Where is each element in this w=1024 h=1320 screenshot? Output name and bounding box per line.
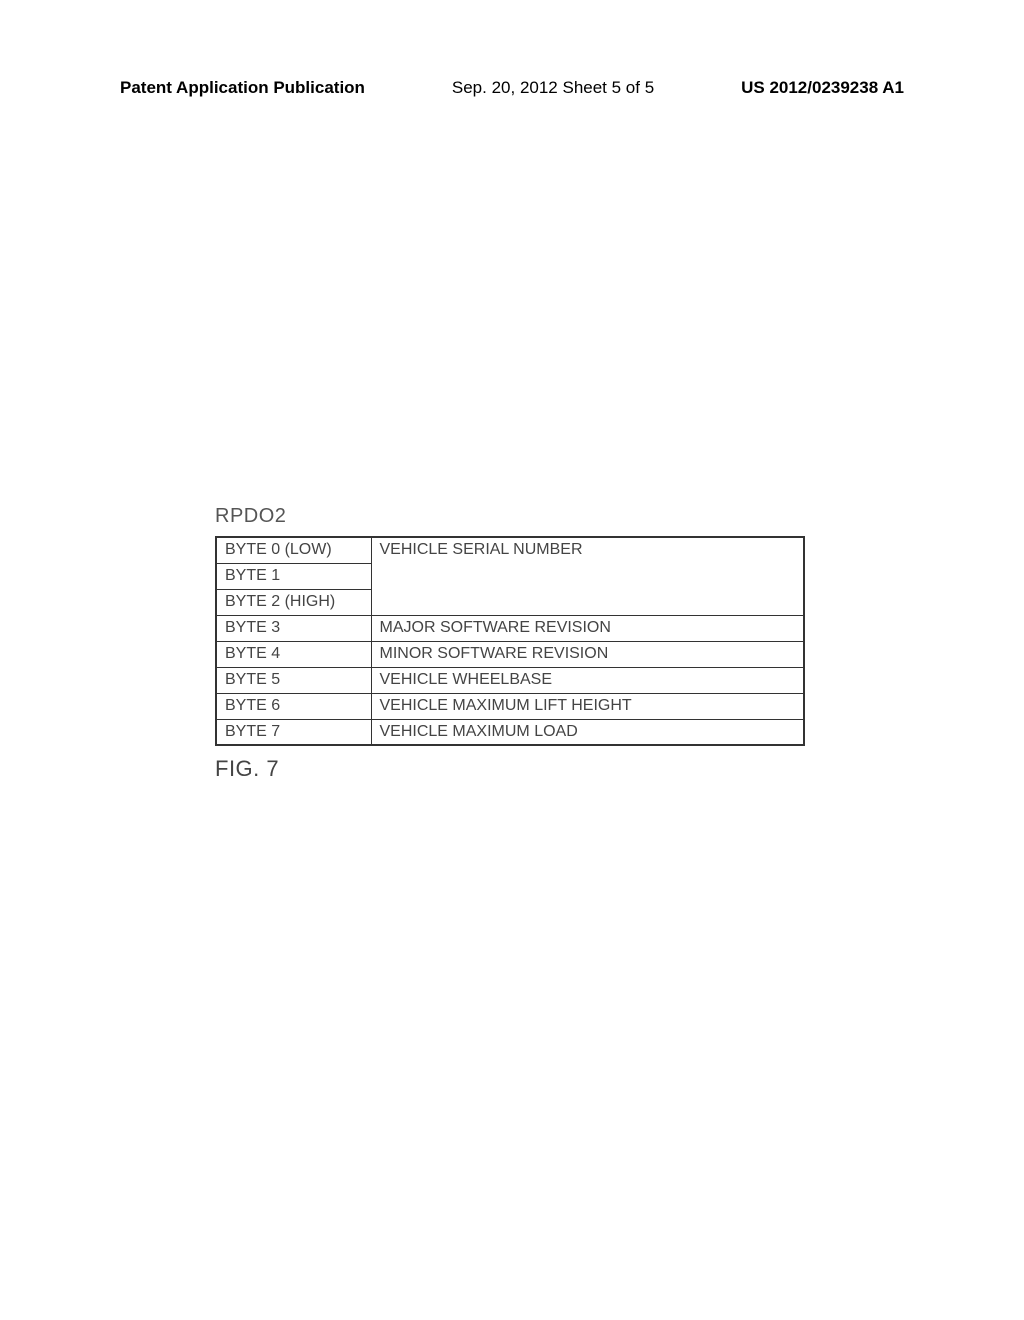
table-row: BYTE 6 VEHICLE MAXIMUM LIFT HEIGHT <box>216 693 804 719</box>
desc-cell: VEHICLE WHEELBASE <box>371 667 804 693</box>
byte-cell: BYTE 5 <box>216 667 371 693</box>
byte-cell: BYTE 3 <box>216 615 371 641</box>
figure-content: RPDO2 BYTE 0 (LOW) VEHICLE SERIAL NUMBER… <box>215 505 805 782</box>
byte-cell: BYTE 4 <box>216 641 371 667</box>
byte-cell: BYTE 7 <box>216 719 371 745</box>
byte-cell: BYTE 6 <box>216 693 371 719</box>
table-row: BYTE 3 MAJOR SOFTWARE REVISION <box>216 615 804 641</box>
page-header: Patent Application Publication Sep. 20, … <box>0 78 1024 98</box>
header-date-sheet: Sep. 20, 2012 Sheet 5 of 5 <box>452 78 654 98</box>
header-publication-type: Patent Application Publication <box>120 78 365 98</box>
figure-label: FIG. 7 <box>215 756 805 782</box>
byte-cell: BYTE 2 (HIGH) <box>216 589 371 615</box>
header-patent-number: US 2012/0239238 A1 <box>741 78 904 98</box>
table-row: BYTE 7 VEHICLE MAXIMUM LOAD <box>216 719 804 745</box>
table-row: BYTE 0 (LOW) VEHICLE SERIAL NUMBER <box>216 537 804 563</box>
rpdo2-table: BYTE 0 (LOW) VEHICLE SERIAL NUMBER BYTE … <box>215 536 805 746</box>
desc-cell: VEHICLE MAXIMUM LOAD <box>371 719 804 745</box>
desc-cell: MAJOR SOFTWARE REVISION <box>371 615 804 641</box>
byte-cell: BYTE 1 <box>216 563 371 589</box>
table-title: RPDO2 <box>215 505 805 528</box>
desc-cell: VEHICLE SERIAL NUMBER <box>371 537 804 615</box>
desc-cell: MINOR SOFTWARE REVISION <box>371 641 804 667</box>
table-row: BYTE 5 VEHICLE WHEELBASE <box>216 667 804 693</box>
byte-cell: BYTE 0 (LOW) <box>216 537 371 563</box>
table-row: BYTE 4 MINOR SOFTWARE REVISION <box>216 641 804 667</box>
desc-cell: VEHICLE MAXIMUM LIFT HEIGHT <box>371 693 804 719</box>
